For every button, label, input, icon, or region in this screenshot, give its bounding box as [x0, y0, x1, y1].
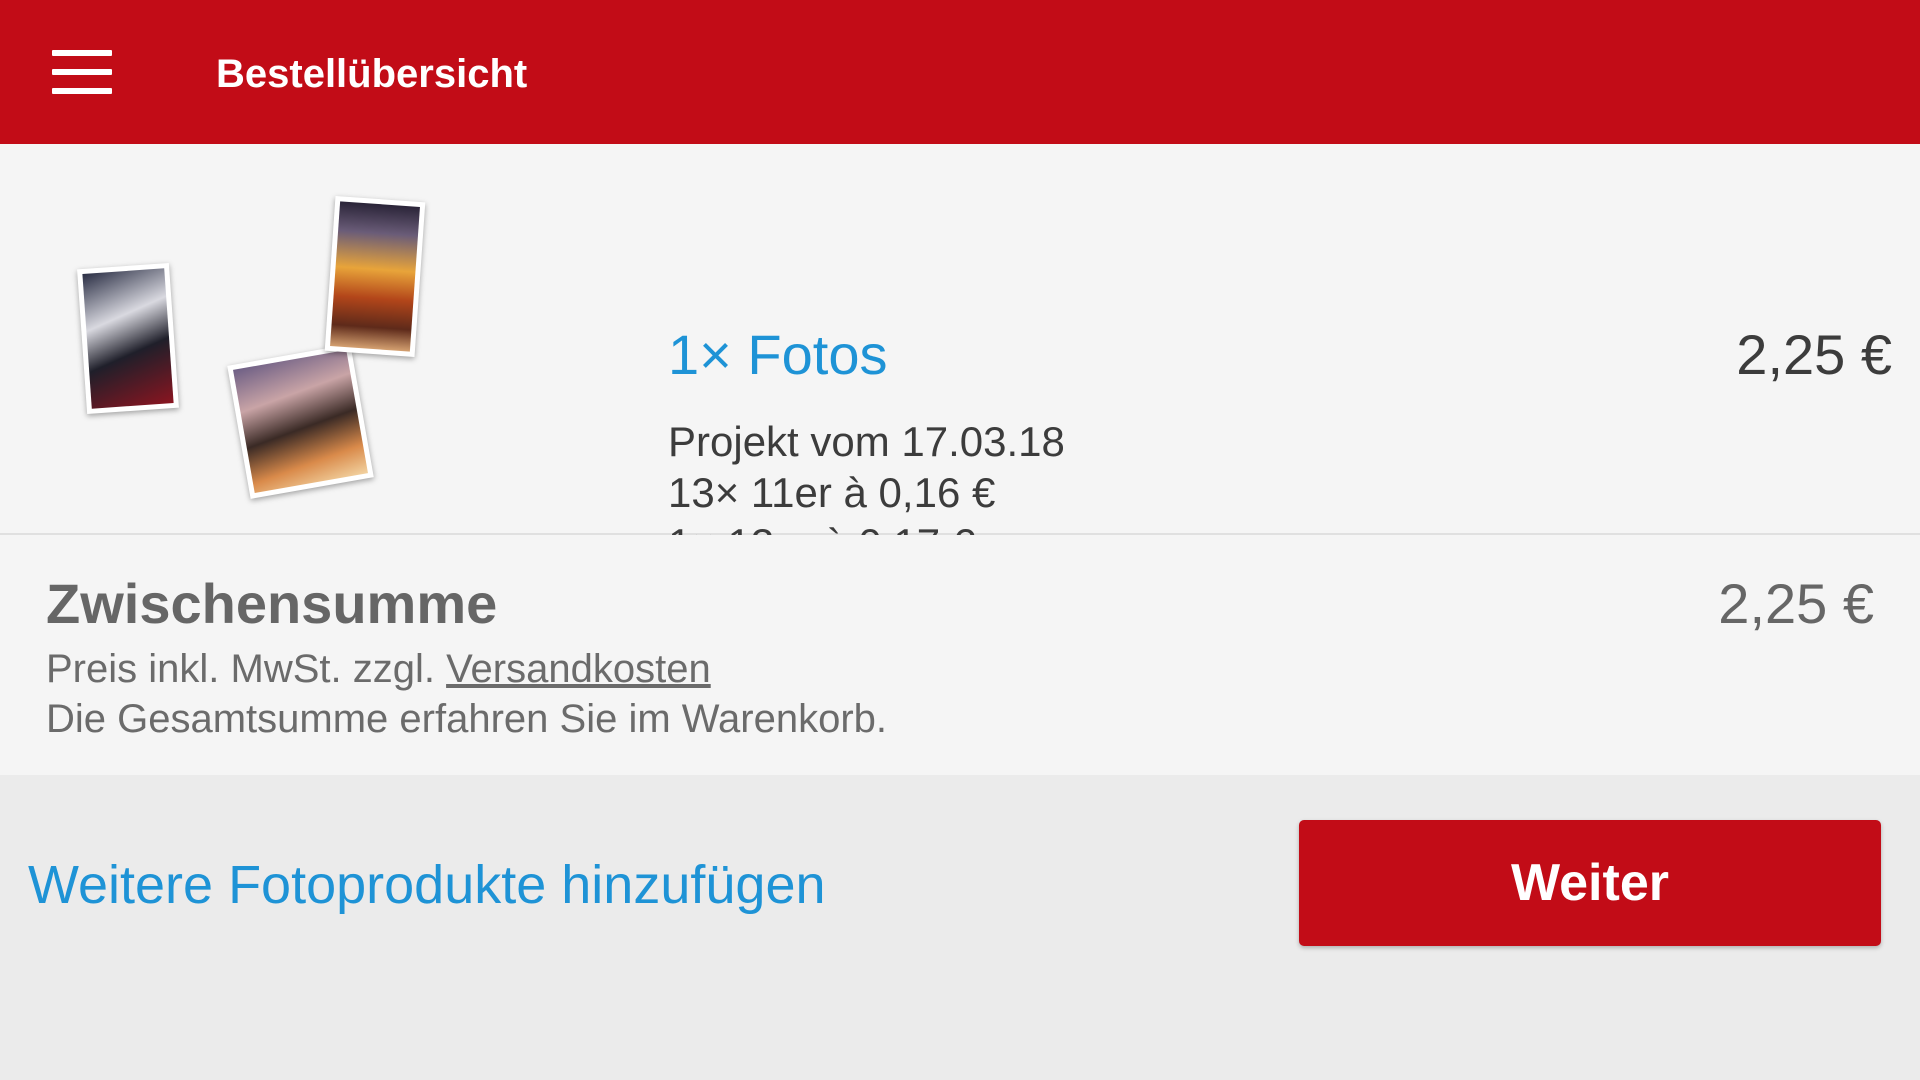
order-item-project-date: Projekt vom 17.03.18: [668, 418, 1065, 465]
page-title: Bestellübersicht: [216, 52, 528, 96]
order-item-card[interactable]: 1× Fotos Projekt vom 17.03.18 13× 11er à…: [0, 144, 1920, 567]
order-item-price: 2,25 €: [1736, 323, 1892, 386]
app-bar: Bestellübersicht: [0, 0, 1920, 144]
subtotal-section: Zwischensumme 2,25 € Preis inkl. MwSt. z…: [0, 535, 1920, 775]
next-button[interactable]: Weiter: [1299, 820, 1881, 946]
hamburger-menu-icon[interactable]: [52, 50, 112, 94]
photo-thumbnail: [324, 196, 426, 357]
photo-thumbnail: [227, 344, 374, 499]
photo-thumbnail: [77, 262, 179, 415]
order-item-line: 13× 11er à 0,16 €: [668, 469, 996, 516]
subtotal-note: Preis inkl. MwSt. zzgl. Versandkosten Di…: [46, 644, 887, 744]
vat-note: Preis inkl. MwSt. zzgl.: [46, 647, 447, 691]
subtotal-label: Zwischensumme: [46, 572, 498, 635]
photo-thumbnails: [60, 194, 460, 499]
shipping-costs-link[interactable]: Versandkosten: [446, 647, 711, 691]
add-more-products-link[interactable]: Weitere Fotoprodukte hinzufügen: [28, 852, 826, 918]
subtotal-price: 2,25 €: [1718, 572, 1874, 635]
order-item-title[interactable]: 1× Fotos: [668, 322, 887, 388]
total-info-note: Die Gesamtsumme erfahren Sie im Warenkor…: [46, 697, 888, 741]
